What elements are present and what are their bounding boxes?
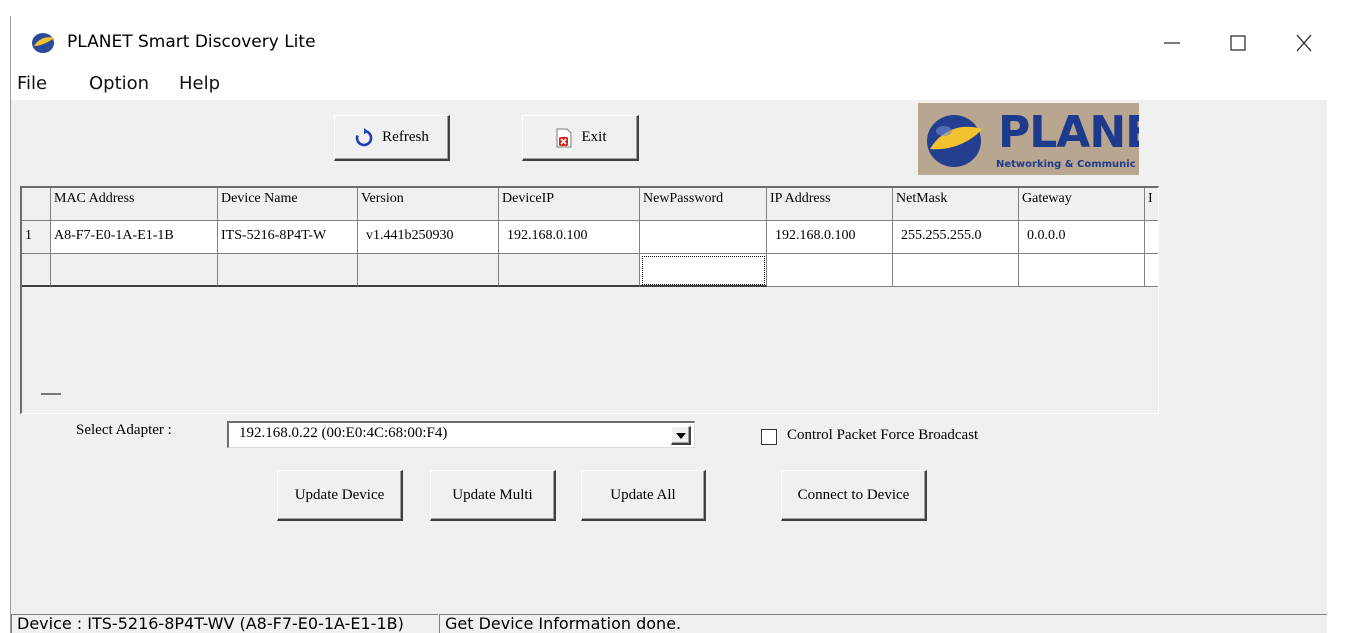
cell-version[interactable] [358, 254, 499, 287]
cell-extra[interactable] [1145, 221, 1158, 254]
maximize-icon[interactable] [1223, 30, 1253, 56]
refresh-icon [354, 127, 374, 148]
refresh-button[interactable]: Refresh [334, 115, 450, 161]
cell-device-name[interactable] [218, 254, 358, 287]
title-bar[interactable]: PLANET Smart Discovery Lite [11, 16, 1327, 70]
cell-version[interactable]: v1.441b250930 [358, 221, 499, 254]
connect-to-device-button[interactable]: Connect to Device [781, 470, 927, 521]
column-header[interactable]: MAC Address [51, 188, 218, 221]
cell-mac-address[interactable]: A8-F7-E0-1A-E1-1B [51, 221, 218, 254]
window-title: PLANET Smart Discovery Lite [67, 32, 316, 52]
adapter-select-value: 192.168.0.22 (00:E0:4C:68:00:F4) [239, 425, 448, 441]
cell-device-ip[interactable]: 192.168.0.100 [499, 221, 640, 254]
logo-text: PLANE [998, 107, 1139, 158]
refresh-label: Refresh [382, 129, 429, 145]
column-header[interactable]: Device Name [218, 188, 358, 221]
exit-label: Exit [581, 129, 607, 145]
logo-tagline: Networking & Communic [996, 159, 1136, 170]
update-multi-button[interactable]: Update Multi [430, 470, 556, 521]
cell-device-name[interactable]: ITS-5216-8P4T-W [218, 221, 358, 254]
cell-new-password[interactable] [640, 221, 767, 254]
cell-gateway[interactable]: 0.0.0.0 [1019, 221, 1145, 254]
status-message: Get Device Information done. [439, 614, 1327, 633]
cell-extra[interactable] [1145, 254, 1158, 287]
scrollbar-thumb[interactable] [41, 393, 61, 395]
menu-file[interactable]: File [17, 73, 47, 94]
column-header[interactable]: I [1145, 188, 1158, 221]
select-adapter-label: Select Adapter : [76, 422, 172, 438]
column-header[interactable]: NewPassword [640, 188, 767, 221]
planet-globe-icon [31, 32, 55, 54]
exit-button[interactable]: Exit [522, 115, 639, 161]
exit-icon [554, 128, 574, 148]
cell-gateway[interactable] [1019, 254, 1145, 287]
status-device: Device : ITS-5216-8P4T-WV (A8-F7-E0-1A-E… [11, 614, 438, 633]
column-header[interactable]: DeviceIP [499, 188, 640, 221]
column-header[interactable]: IP Address [767, 188, 893, 221]
column-header[interactable]: NetMask [893, 188, 1019, 221]
planet-logo: PLANE Networking & Communic [918, 103, 1139, 175]
cell-new-password-focused[interactable] [640, 254, 767, 287]
force-broadcast-checkbox[interactable] [761, 429, 777, 445]
menu-option[interactable]: Option [89, 73, 149, 94]
cell-netmask[interactable]: 255.255.255.0 [893, 221, 1019, 254]
horizontal-scrollbar[interactable] [22, 388, 1158, 413]
cell-ip-address[interactable] [767, 254, 893, 287]
dropdown-arrow-button[interactable] [671, 426, 691, 445]
cell-mac-address[interactable] [51, 254, 218, 287]
application-window: PLANET Smart Discovery Lite File Option … [10, 16, 1327, 633]
row-index[interactable]: 1 [22, 221, 51, 254]
update-device-button[interactable]: Update Device [277, 470, 403, 521]
force-broadcast-label[interactable]: Control Packet Force Broadcast [787, 427, 978, 444]
column-header[interactable]: Gateway [1019, 188, 1145, 221]
column-header[interactable]: Version [358, 188, 499, 221]
update-all-button[interactable]: Update All [581, 470, 706, 521]
row-index[interactable] [22, 254, 51, 287]
cell-ip-address[interactable]: 192.168.0.100 [767, 221, 893, 254]
device-grid[interactable]: MAC Address Device Name Version DeviceIP… [20, 186, 1159, 414]
cell-netmask[interactable] [893, 254, 1019, 287]
status-bar: Device : ITS-5216-8P4T-WV (A8-F7-E0-1A-E… [11, 612, 1327, 633]
adapter-select[interactable]: 192.168.0.22 (00:E0:4C:68:00:F4) [227, 421, 695, 448]
close-icon[interactable] [1289, 30, 1319, 56]
menu-bar: File Option Help [11, 70, 1327, 100]
logo-globe-icon [924, 113, 984, 169]
menu-help[interactable]: Help [179, 73, 220, 94]
chevron-down-icon [675, 427, 686, 444]
grid-corner [22, 188, 51, 221]
cell-device-ip[interactable] [499, 254, 640, 287]
minimize-icon[interactable] [1157, 30, 1187, 56]
